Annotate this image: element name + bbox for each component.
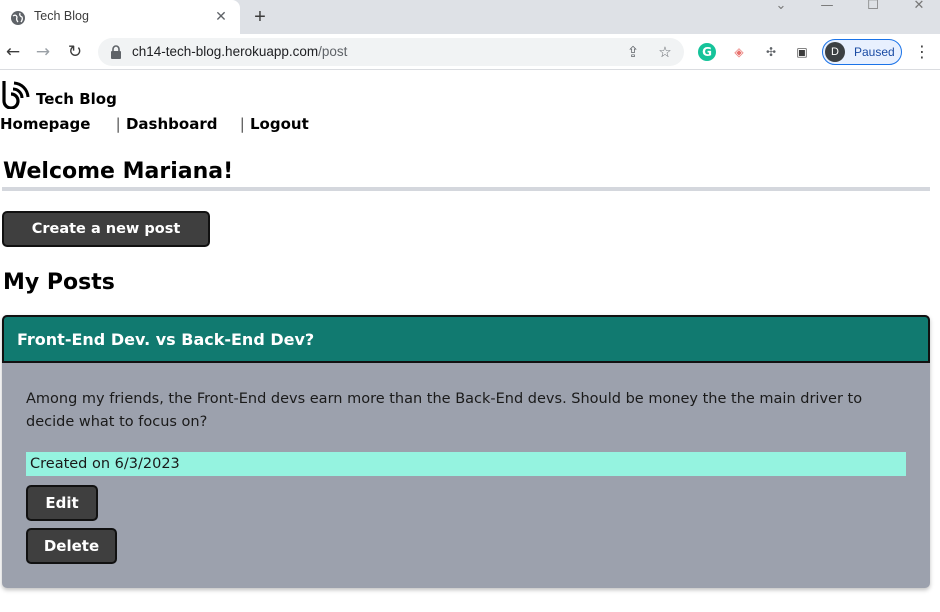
globe-icon (11, 11, 25, 25)
nav-dashboard-link[interactable]: Dashboard (126, 115, 217, 133)
browser-menu-icon[interactable]: ⋮ (914, 43, 930, 61)
back-icon[interactable]: ← (2, 41, 24, 63)
browser-toolbar: ← → ↻ ch14-tech-blog.herokuapp.com/post … (0, 34, 940, 70)
profile-status: Paused (854, 45, 895, 59)
nav-separator: | (115, 115, 121, 133)
star-bookmark-icon[interactable]: ☆ (656, 43, 674, 61)
close-tab-icon[interactable]: ✕ (212, 8, 230, 26)
maximize-icon[interactable]: ☐ (864, 0, 882, 14)
create-post-button[interactable]: Create a new post (2, 211, 210, 247)
screencast-extension-icon[interactable]: ◈ (730, 43, 748, 61)
welcome-heading: Welcome Mariana! (3, 159, 234, 184)
browser-tab-bar: Tech Blog ✕ + ⌄ — ☐ ✕ (0, 0, 940, 34)
blog-logo-icon (2, 81, 30, 109)
profile-button[interactable]: D Paused (822, 39, 902, 65)
post-body: Among my friends, the Front-End devs ear… (26, 391, 863, 430)
tab-search-icon[interactable]: ⌄ (772, 0, 790, 14)
nav-separator: | (239, 115, 245, 133)
reload-icon[interactable]: ↻ (64, 41, 86, 63)
divider (2, 187, 930, 191)
nav-logout-link[interactable]: Logout (250, 115, 309, 133)
avatar: D (825, 42, 845, 62)
page-content: Tech Blog Homepage | Dashboard | Logout … (0, 71, 940, 612)
lock-icon[interactable] (110, 45, 122, 59)
address-bar[interactable]: ch14-tech-blog.herokuapp.com/post ⇪ ☆ (98, 38, 684, 66)
window-close-icon[interactable]: ✕ (910, 0, 928, 14)
url-text[interactable]: ch14-tech-blog.herokuapp.com/post (132, 44, 347, 59)
post-header[interactable]: Front-End Dev. vs Back-End Dev? (2, 315, 930, 363)
forward-icon[interactable]: → (32, 41, 54, 63)
post-created-date: Created on 6/3/2023 (26, 452, 906, 476)
my-posts-heading: My Posts (3, 270, 115, 295)
side-panel-icon[interactable]: ▣ (793, 43, 811, 61)
browser-tab[interactable]: Tech Blog ✕ (0, 0, 240, 34)
post-card: Front-End Dev. vs Back-End Dev? Among my… (2, 315, 930, 588)
site-title: Tech Blog (36, 90, 117, 108)
share-icon[interactable]: ⇪ (624, 43, 642, 61)
nav-homepage-link[interactable]: Homepage (0, 115, 90, 133)
post-title[interactable]: Front-End Dev. vs Back-End Dev? (17, 330, 314, 349)
tab-title: Tech Blog (34, 9, 89, 23)
delete-post-button[interactable]: Delete (26, 528, 117, 564)
extensions-puzzle-icon[interactable]: ✣ (762, 43, 780, 61)
edit-post-button[interactable]: Edit (26, 485, 98, 521)
grammarly-extension-icon[interactable]: G (698, 43, 716, 61)
minimize-icon[interactable]: — (818, 0, 836, 14)
site-nav: Homepage | Dashboard | Logout (0, 115, 309, 133)
new-tab-button[interactable]: + (249, 6, 271, 28)
